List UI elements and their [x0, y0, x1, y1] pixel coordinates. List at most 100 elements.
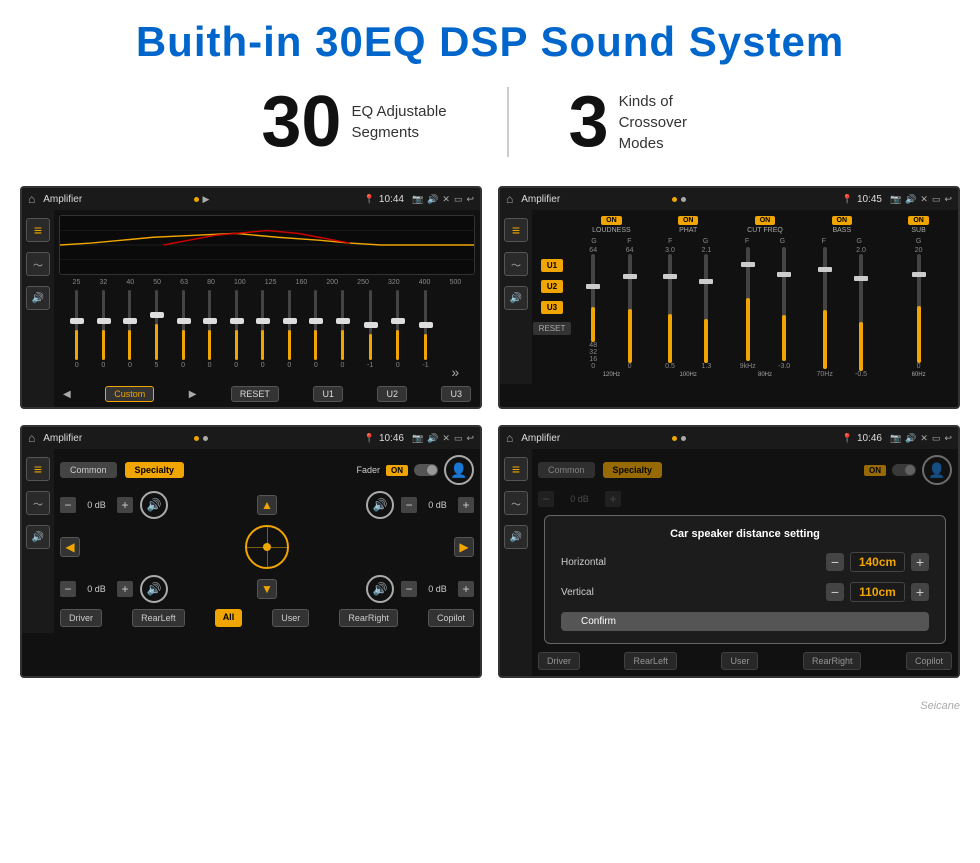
reset-preset[interactable]: RESET: [533, 322, 572, 335]
close-icon-3[interactable]: ✕: [442, 433, 450, 444]
dist-user-icon[interactable]: 👤: [922, 455, 952, 485]
fader-slider[interactable]: [414, 464, 438, 476]
close-icon-2[interactable]: ✕: [920, 194, 928, 205]
dist-rear-right-btn[interactable]: RearRight: [803, 652, 862, 670]
eq-slider-0[interactable]: 0: [75, 290, 79, 380]
front-right-plus[interactable]: +: [458, 497, 474, 513]
eq-reset-btn[interactable]: RESET: [231, 386, 279, 402]
dist-rear-left-btn[interactable]: RearLeft: [624, 652, 677, 670]
loudness-on[interactable]: ON: [601, 216, 622, 225]
close-icon-4[interactable]: ✕: [920, 433, 928, 444]
eq-slider-4[interactable]: 0: [181, 290, 185, 380]
eq-u3-btn[interactable]: U3: [441, 386, 471, 402]
eq-slider-10[interactable]: 0: [340, 290, 344, 380]
user-btn[interactable]: User: [272, 609, 309, 627]
down-arrow-btn[interactable]: ▼: [257, 579, 277, 599]
back-icon[interactable]: ↩: [466, 194, 474, 205]
cross-icon-3[interactable]: 🔊: [504, 286, 528, 310]
horizontal-minus[interactable]: −: [826, 553, 844, 571]
driver-btn[interactable]: Driver: [60, 609, 102, 627]
dist-fader-on[interactable]: ON: [864, 465, 886, 476]
left-arrow-btn[interactable]: ◀: [60, 537, 80, 557]
eq-slider-9[interactable]: 0: [314, 290, 318, 380]
eq-nav-right[interactable]: ▶: [189, 389, 197, 400]
dist-copilot-btn[interactable]: Copilot: [906, 652, 952, 670]
eq-slider-11[interactable]: -1: [367, 290, 373, 380]
home-icon[interactable]: ⌂: [28, 192, 35, 206]
all-btn[interactable]: All: [215, 609, 243, 627]
dist-icon-1[interactable]: ≡: [504, 457, 528, 481]
rear-left-btn[interactable]: RearLeft: [132, 609, 185, 627]
eq-slider-1[interactable]: 0: [101, 290, 105, 380]
home-icon-3[interactable]: ⌂: [28, 431, 35, 445]
dist-fader-slider[interactable]: [892, 464, 916, 476]
back-icon-2[interactable]: ↩: [944, 194, 952, 205]
dialog-horizontal-row: Horizontal − 140cm +: [561, 552, 929, 572]
tab-specialty[interactable]: Specialty: [125, 462, 185, 478]
cutfreq-on[interactable]: ON: [755, 216, 776, 225]
home-icon-4[interactable]: ⌂: [506, 431, 513, 445]
copilot-btn[interactable]: Copilot: [428, 609, 474, 627]
rear-left-minus[interactable]: −: [60, 581, 76, 597]
eq-u1-btn[interactable]: U1: [313, 386, 343, 402]
dist-driver-btn[interactable]: Driver: [538, 652, 580, 670]
dist-icon-2[interactable]: 〜: [504, 491, 528, 515]
dist-tab-common[interactable]: Common: [538, 462, 595, 478]
spk-icon-1[interactable]: ≡: [26, 457, 50, 481]
tab-common[interactable]: Common: [60, 462, 117, 478]
right-arrow-btn[interactable]: ▶: [454, 537, 474, 557]
eq-icon-3[interactable]: 🔊: [26, 286, 50, 310]
eq-preset-custom[interactable]: Custom: [105, 386, 154, 402]
confirm-btn[interactable]: Confirm: [561, 612, 929, 631]
front-right-minus[interactable]: −: [401, 497, 417, 513]
rear-right-plus[interactable]: +: [458, 581, 474, 597]
u3-preset[interactable]: U3: [541, 301, 563, 314]
horizontal-plus[interactable]: +: [911, 553, 929, 571]
sub-label: SUB: [911, 227, 925, 234]
bass-on[interactable]: ON: [832, 216, 853, 225]
dist-user-btn[interactable]: User: [721, 652, 758, 670]
eq-icon-2[interactable]: 〜: [26, 252, 50, 276]
eq-slider-2[interactable]: 0: [128, 290, 132, 380]
crosshair: [245, 525, 289, 569]
u1-preset[interactable]: U1: [541, 259, 563, 272]
eq-slider-13[interactable]: -1: [422, 290, 428, 380]
dist-tab-specialty[interactable]: Specialty: [603, 462, 663, 478]
back-icon-3[interactable]: ↩: [466, 433, 474, 444]
close-icon[interactable]: ✕: [442, 194, 450, 205]
spk-icon-2[interactable]: 〜: [26, 491, 50, 515]
cross-icon-1[interactable]: ≡: [504, 218, 528, 242]
eq-slider-7[interactable]: 0: [261, 290, 265, 380]
eq-slider-5[interactable]: 0: [208, 290, 212, 380]
home-icon-2[interactable]: ⌂: [506, 192, 513, 206]
cross-icon-2[interactable]: 〜: [504, 252, 528, 276]
phat-on[interactable]: ON: [678, 216, 699, 225]
eq-slider-6[interactable]: 0: [234, 290, 238, 380]
eq-scroll-right[interactable]: »: [451, 364, 459, 380]
spk-icon-3[interactable]: 🔊: [26, 525, 50, 549]
sub-on[interactable]: ON: [908, 216, 929, 225]
user-icon[interactable]: 👤: [444, 455, 474, 485]
rear-right-btn[interactable]: RearRight: [339, 609, 398, 627]
eq-icon-1[interactable]: ≡: [26, 218, 50, 242]
eq-slider-12[interactable]: 0: [396, 290, 400, 380]
vertical-plus[interactable]: +: [911, 583, 929, 601]
u2-preset[interactable]: U2: [541, 280, 563, 293]
eq-slider-3[interactable]: 5: [155, 290, 159, 380]
eq-nav-left[interactable]: ◀: [63, 389, 71, 400]
fader-on[interactable]: ON: [386, 465, 408, 476]
screen2-title: Amplifier: [521, 194, 668, 205]
rear-left-plus[interactable]: +: [117, 581, 133, 597]
rear-right-minus[interactable]: −: [401, 581, 417, 597]
front-left-minus[interactable]: −: [60, 497, 76, 513]
arrow-left: ◀: [60, 537, 239, 557]
up-arrow-btn[interactable]: ▲: [257, 495, 277, 515]
dist-icon-3[interactable]: 🔊: [504, 525, 528, 549]
eq-slider-8[interactable]: 0: [287, 290, 291, 380]
eq-u2-btn[interactable]: U2: [377, 386, 407, 402]
window-icon-3: ▭: [454, 433, 463, 444]
back-icon-4[interactable]: ↩: [944, 433, 952, 444]
page-container: Buith-in 30EQ DSP Sound System 30 EQ Adj…: [0, 0, 980, 712]
vertical-minus[interactable]: −: [826, 583, 844, 601]
front-left-plus[interactable]: +: [117, 497, 133, 513]
